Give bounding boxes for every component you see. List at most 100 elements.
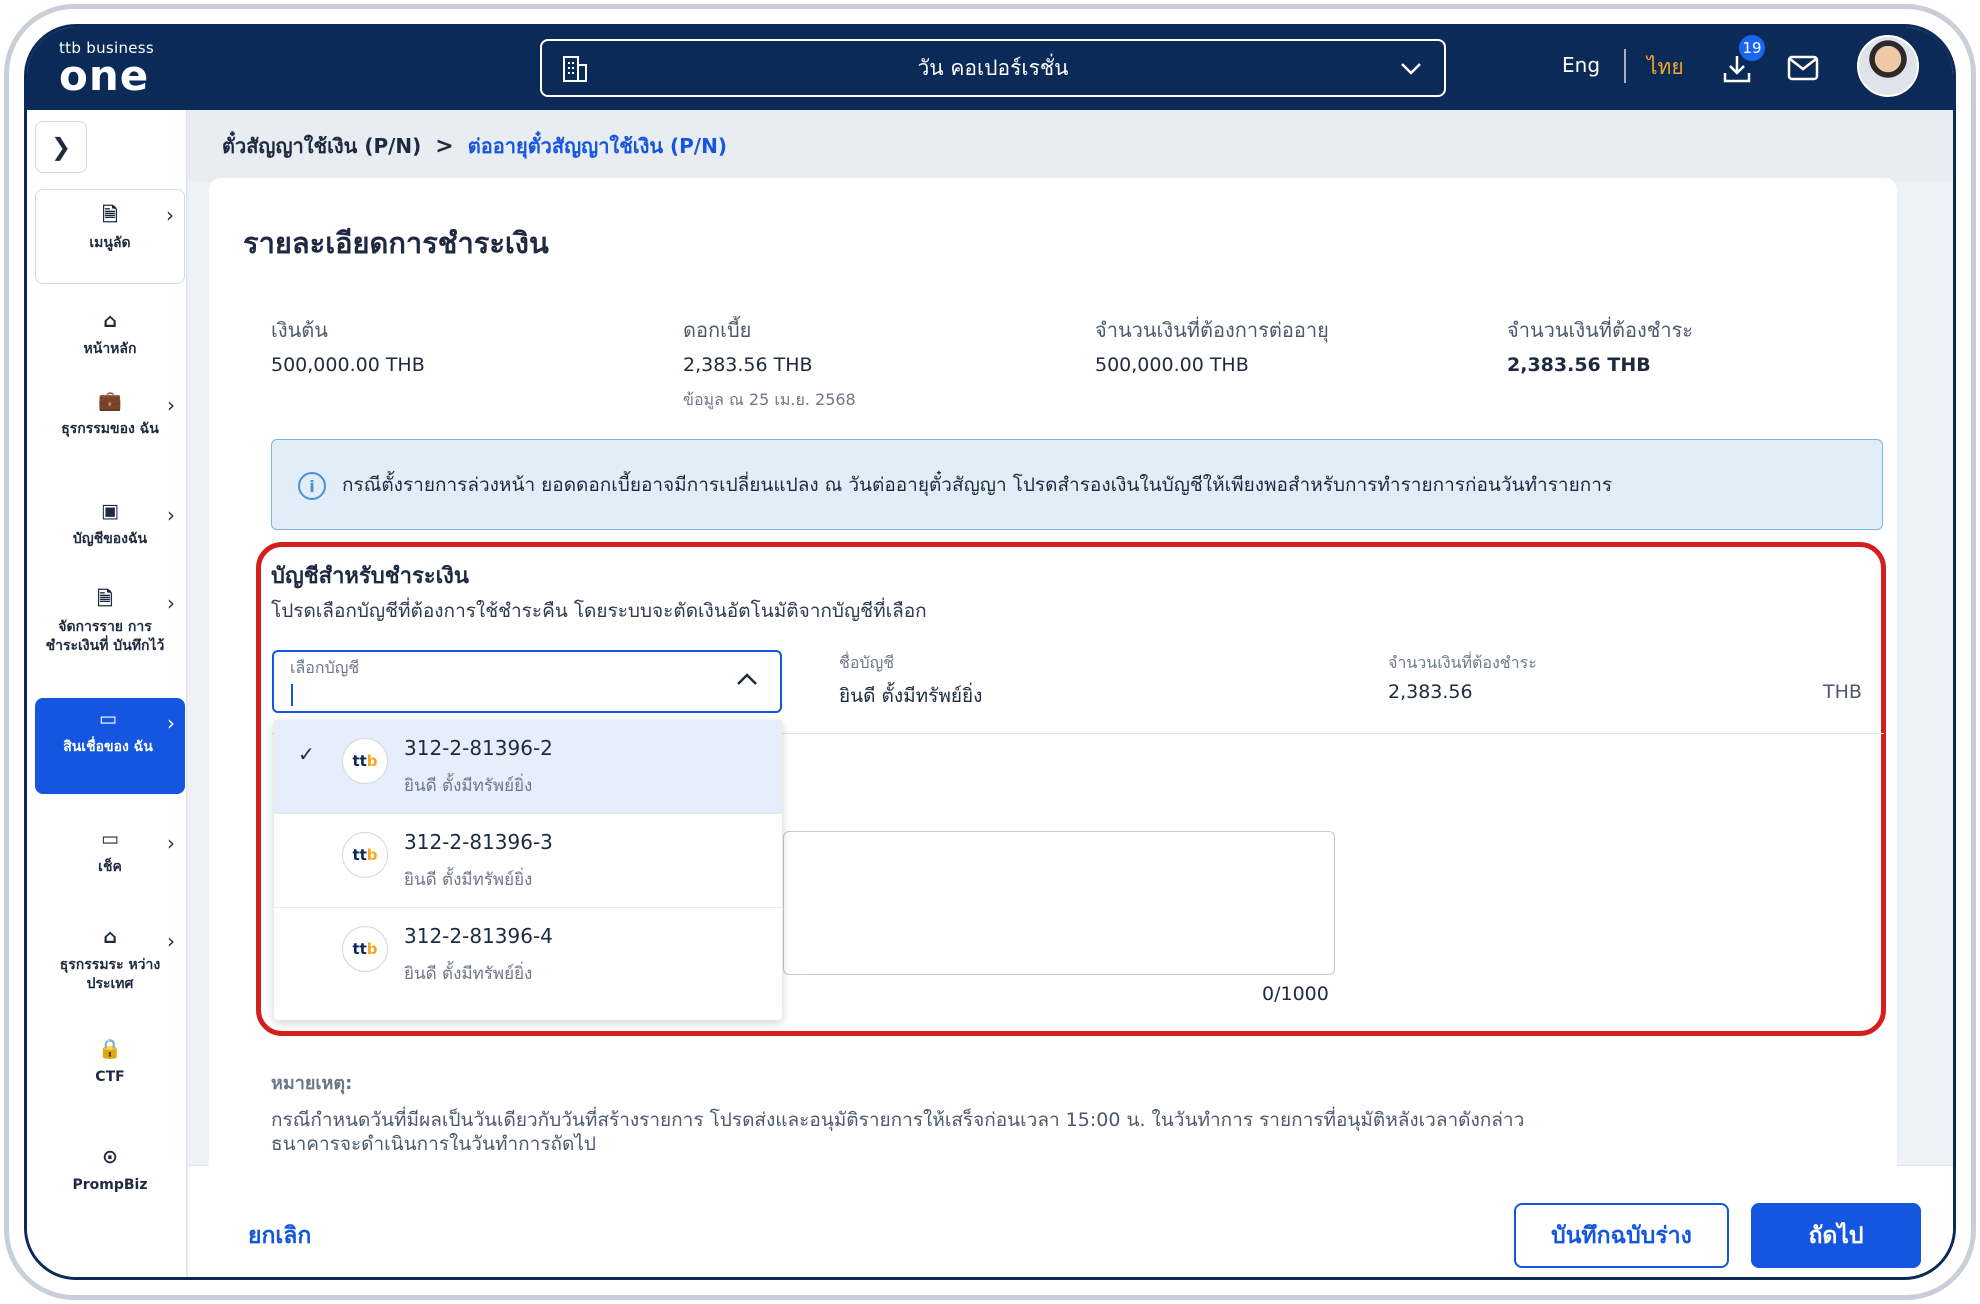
- sidebar-item-label: เช็ค: [98, 859, 122, 875]
- chevron-down-icon: [1401, 63, 1421, 75]
- sidebar-item-ctf[interactable]: 🔒 CTF: [35, 1028, 185, 1098]
- account-select[interactable]: เลือกบัญชี: [272, 650, 782, 713]
- currency-label: THB: [1823, 681, 1862, 703]
- ttb-bank-logo-icon: tt b: [342, 738, 388, 784]
- account-option[interactable]: ✓ tt b 312-2-81396-2 ยินดี ตั้งมีทรัพย์ยิ…: [274, 720, 782, 814]
- sidebar-item-international[interactable]: ⌂ ธุรกรรมระ หว่างประเทศ ›: [35, 916, 185, 1001]
- lang-divider: [1624, 49, 1626, 83]
- note-textarea[interactable]: [783, 831, 1335, 975]
- sidebar-item-accounts[interactable]: ▣ บัญชีของฉัน ›: [35, 490, 185, 565]
- save-draft-button[interactable]: บันทึกฉบับร่าง: [1514, 1203, 1729, 1268]
- breadcrumb-item-pn[interactable]: ตั๋วสัญญาใช้เงิน (P/N): [222, 130, 421, 162]
- briefcase-icon: 💼: [98, 390, 122, 412]
- home-icon: ⌂: [103, 310, 117, 332]
- remark-line: ธนาคารจะดำเนินการในวันทำการถัดไป: [271, 1133, 596, 1155]
- account-number: 312-2-81396-3: [404, 830, 553, 854]
- chevron-right-icon: ❯: [50, 133, 72, 161]
- credit-card-icon: ▭: [99, 708, 117, 730]
- sidebar-item-transactions[interactable]: 💼 ธุรกรรมของ ฉัน ›: [35, 380, 185, 475]
- download-count-badge: 19: [1737, 33, 1767, 63]
- ttb-bank-logo-icon: tt b: [342, 926, 388, 972]
- sidebar: ❯ 🗎 เมนูลัด › ⌂ หน้าหลัก 💼 ธุรกรรมของ ฉั…: [27, 110, 187, 1277]
- sidebar-expand-button[interactable]: ❯: [35, 121, 87, 173]
- mail-icon[interactable]: [1787, 55, 1819, 81]
- global-bank-icon: ⌂: [103, 926, 117, 948]
- principal-value: 500,000.00 THB: [271, 354, 425, 376]
- breadcrumb-separator: >: [435, 133, 454, 159]
- account-option[interactable]: tt b 312-2-81396-3 ยินดี ตั้งมีทรัพย์ยิ่ง: [274, 814, 782, 908]
- chevron-up-icon[interactable]: [736, 672, 758, 686]
- interest-note: ข้อมูล ณ 25 เม.ย. 2568: [683, 390, 856, 409]
- sidebar-item-prompbiz[interactable]: ⊙ PrompBiz: [35, 1136, 185, 1206]
- text-caret: [291, 684, 293, 706]
- check-icon: ✓: [298, 742, 315, 766]
- logo-big-text: one: [59, 51, 150, 100]
- saved-doc-icon: 🗎: [97, 588, 113, 610]
- page-title: รายละเอียดการชำระเงิน: [243, 226, 549, 260]
- wallet-icon: ▣: [101, 500, 119, 522]
- sidebar-item-label: สินเชื่อของ ฉัน: [63, 739, 153, 755]
- info-icon: i: [298, 472, 326, 500]
- user-avatar[interactable]: [1857, 35, 1919, 97]
- brand-logo[interactable]: ttb business one: [59, 39, 154, 100]
- cheque-icon: ▭: [101, 828, 119, 850]
- sidebar-item-label: PrompBiz: [72, 1177, 148, 1193]
- account-dropdown: ✓ tt b 312-2-81396-2 ยินดี ตั้งมีทรัพย์ยิ…: [274, 720, 782, 1020]
- chevron-right-icon: ›: [167, 929, 175, 953]
- renew-amount-label: จำนวนเงินที่ต้องการต่ออายุ: [1095, 318, 1329, 342]
- account-section-title: บัญชีสำหรับชำระเงิน: [271, 564, 469, 589]
- account-holder: ยินดี ตั้งมีทรัพย์ยิ่ง: [404, 870, 533, 890]
- account-option[interactable]: tt b 312-2-81396-4 ยินดี ตั้งมีทรัพย์ยิ่ง: [274, 908, 782, 1002]
- principal-label: เงินต้น: [271, 318, 328, 342]
- pay-amount-label: จำนวนเงินที่ต้องชำระ: [1507, 318, 1694, 342]
- chevron-right-icon: ›: [167, 831, 175, 855]
- info-text: กรณีตั้งรายการล่วงหน้า ยอดดอกเบี้ยอาจมีก…: [342, 473, 1613, 496]
- char-counter: 0/1000: [1262, 983, 1329, 1005]
- sidebar-item-label: บัญชีของฉัน: [72, 531, 148, 547]
- shortcut-icon: 🗎: [102, 204, 118, 226]
- interest-label: ดอกเบี้ย: [683, 318, 752, 342]
- sidebar-item-shortcut[interactable]: 🗎 เมนูลัด ›: [35, 189, 185, 284]
- account-name-value: ยินดี ตั้งมีทรัพย์ยิ่ง: [839, 685, 983, 707]
- cancel-button[interactable]: ยกเลิก: [248, 1218, 311, 1254]
- sidebar-item-label: หน้าหลัก: [83, 341, 137, 357]
- sidebar-item-my-loans[interactable]: ▭ สินเชื่อของ ฉัน ›: [35, 698, 185, 794]
- chevron-right-icon: ›: [167, 393, 175, 417]
- account-select-label: เลือกบัญชี: [290, 658, 360, 677]
- account-name-label: ชื่อบัญชี: [839, 653, 895, 672]
- remark-line: กรณีกำหนดวันที่มีผลเป็นวันเดียวกับวันที่…: [271, 1109, 1525, 1131]
- pay-amount-value: 2,383.56 THB: [1507, 354, 1651, 376]
- breadcrumb: ตั๋วสัญญาใช้เงิน (P/N) > ต่ออายุตั๋วสัญญ…: [188, 110, 1953, 182]
- sidebar-item-label: ธุรกรรมระ หว่างประเทศ: [59, 957, 161, 992]
- remark-title: หมายเหตุ:: [271, 1073, 353, 1094]
- lang-eng-button[interactable]: Eng: [1562, 53, 1600, 77]
- sidebar-item-label: ธุรกรรมของ ฉัน: [61, 421, 159, 437]
- account-number: 312-2-81396-4: [404, 924, 553, 948]
- chevron-right-icon: ›: [167, 711, 175, 735]
- chevron-right-icon: ›: [167, 503, 175, 527]
- company-selector[interactable]: วัน คอเปอร์เรชั่น: [540, 39, 1446, 97]
- sidebar-item-label: จัดการราย การชำระเงินที่ บันทึกไว้: [45, 619, 165, 654]
- sidebar-item-saved-payments[interactable]: 🗎 จัดการราย การชำระเงินที่ บันทึกไว้ ›: [35, 578, 185, 688]
- lock-icon: 🔒: [98, 1038, 122, 1060]
- renew-amount-value: 500,000.00 THB: [1095, 354, 1249, 376]
- top-header: ttb business one วัน คอเปอร์เรชั่น Eng ไ…: [27, 27, 1953, 110]
- account-holder: ยินดี ตั้งมีทรัพย์ยิ่ง: [404, 776, 533, 796]
- account-number: 312-2-81396-2: [404, 736, 553, 760]
- prompbiz-icon: ⊙: [102, 1146, 118, 1168]
- chevron-right-icon: ›: [167, 591, 175, 615]
- lang-thai-button[interactable]: ไทย: [1647, 51, 1684, 84]
- chevron-right-icon: ›: [166, 203, 174, 227]
- amount-value: 2,383.56: [1388, 681, 1473, 703]
- breadcrumb-item-renew: ต่ออายุตั๋วสัญญาใช้เงิน (P/N): [467, 134, 727, 158]
- ttb-bank-logo-icon: tt b: [342, 832, 388, 878]
- interest-value: 2,383.56 THB: [683, 354, 813, 376]
- sidebar-item-label: เมนูลัด: [89, 235, 131, 251]
- building-icon: [563, 56, 587, 82]
- account-holder: ยินดี ตั้งมีทรัพย์ยิ่ง: [404, 964, 533, 984]
- sidebar-item-home[interactable]: ⌂ หน้าหลัก: [35, 300, 185, 370]
- next-button[interactable]: ถัดไป: [1751, 1203, 1921, 1268]
- info-banner: i กรณีตั้งรายการล่วงหน้า ยอดดอกเบี้ยอาจม…: [271, 439, 1883, 530]
- sidebar-item-cheque[interactable]: ▭ เช็ค ›: [35, 818, 185, 888]
- account-section-subtitle: โปรดเลือกบัญชีที่ต้องการใช้ชำระคืน โดยระ…: [271, 600, 927, 622]
